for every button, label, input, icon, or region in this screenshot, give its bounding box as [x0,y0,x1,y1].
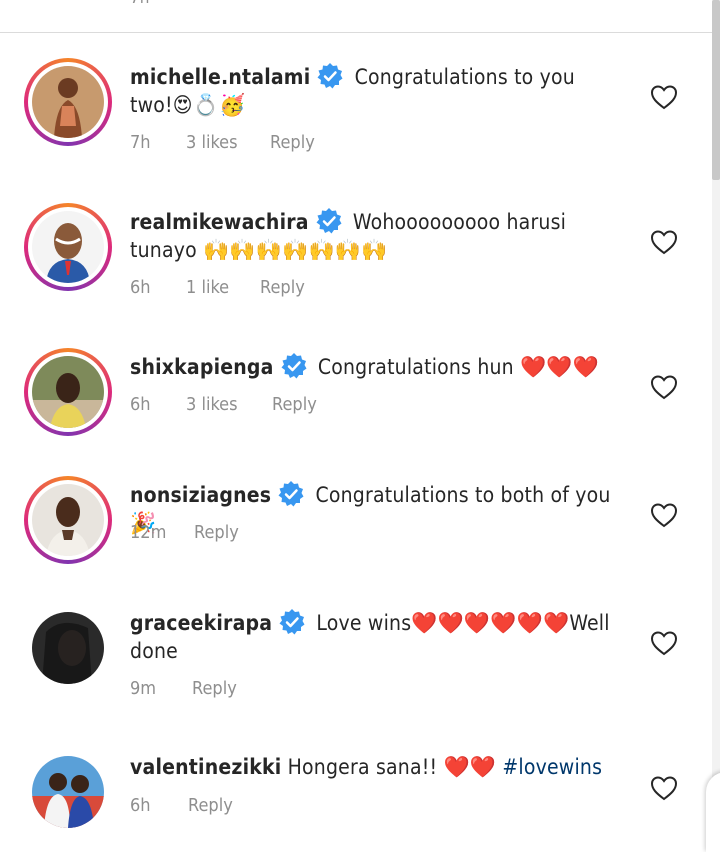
comment-likes[interactable]: 3 likes [186,132,270,153]
comment-likes[interactable]: 3 likes [186,394,272,415]
reply-button[interactable]: Reply [260,277,305,298]
like-heart-icon[interactable] [650,775,678,801]
comment-time: 12m [130,522,167,543]
verified-badge-icon [278,608,306,636]
comment-time: 9m [130,678,157,699]
avatar-story-ring[interactable] [24,348,112,436]
verified-badge-icon [316,62,344,90]
scrollbar-thumb[interactable] [712,0,720,180]
comment-time: 7h [130,132,151,153]
avatar-story-ring[interactable] [24,58,112,146]
hashtag-link[interactable]: #lovewins [502,755,602,779]
comment-time: 6h [130,277,151,298]
comment-username[interactable]: realmikewachira [130,210,309,234]
avatar[interactable] [32,756,104,828]
comment-username[interactable]: valentinezikki [130,755,281,779]
comment-text: Congratulations hun ❤️❤️❤️ [317,355,600,379]
comment-text: Hongera sana!! ❤️❤️ [287,755,497,779]
like-heart-icon[interactable] [650,84,678,110]
like-heart-icon[interactable] [650,502,678,528]
comment-username[interactable]: michelle.ntalami [130,65,310,89]
reply-button[interactable]: Reply [272,394,317,415]
avatar [32,66,104,138]
like-heart-icon[interactable] [650,630,678,656]
avatar-story-ring[interactable] [24,476,112,564]
avatar[interactable] [32,612,104,684]
reply-button[interactable]: Reply [188,795,233,816]
avatar [32,211,104,283]
floating-action-button[interactable] [706,772,720,852]
like-heart-icon[interactable] [650,374,678,400]
verified-badge-icon [280,352,308,380]
comment-time: 6h [130,394,151,415]
comment-likes[interactable]: 1 like [186,277,260,298]
reply-button[interactable]: Reply [192,678,237,699]
comment-username[interactable]: graceekirapa [130,611,272,635]
verified-badge-icon [277,480,305,508]
avatar [32,484,104,556]
verified-badge-icon [315,207,343,235]
avatar [32,356,104,428]
reply-button[interactable]: Reply [194,522,239,543]
comment-username[interactable]: nonsiziagnes [130,483,271,507]
reply-button[interactable]: Reply [270,132,315,153]
comment-time: 6h [130,795,151,816]
comment-username[interactable]: shixkapienga [130,355,274,379]
previous-comment-time: 7h [130,0,149,8]
like-heart-icon[interactable] [650,229,678,255]
previous-comment-edge: 7h [0,0,712,33]
avatar-story-ring[interactable] [24,203,112,291]
scrollbar-track[interactable] [712,0,720,849]
